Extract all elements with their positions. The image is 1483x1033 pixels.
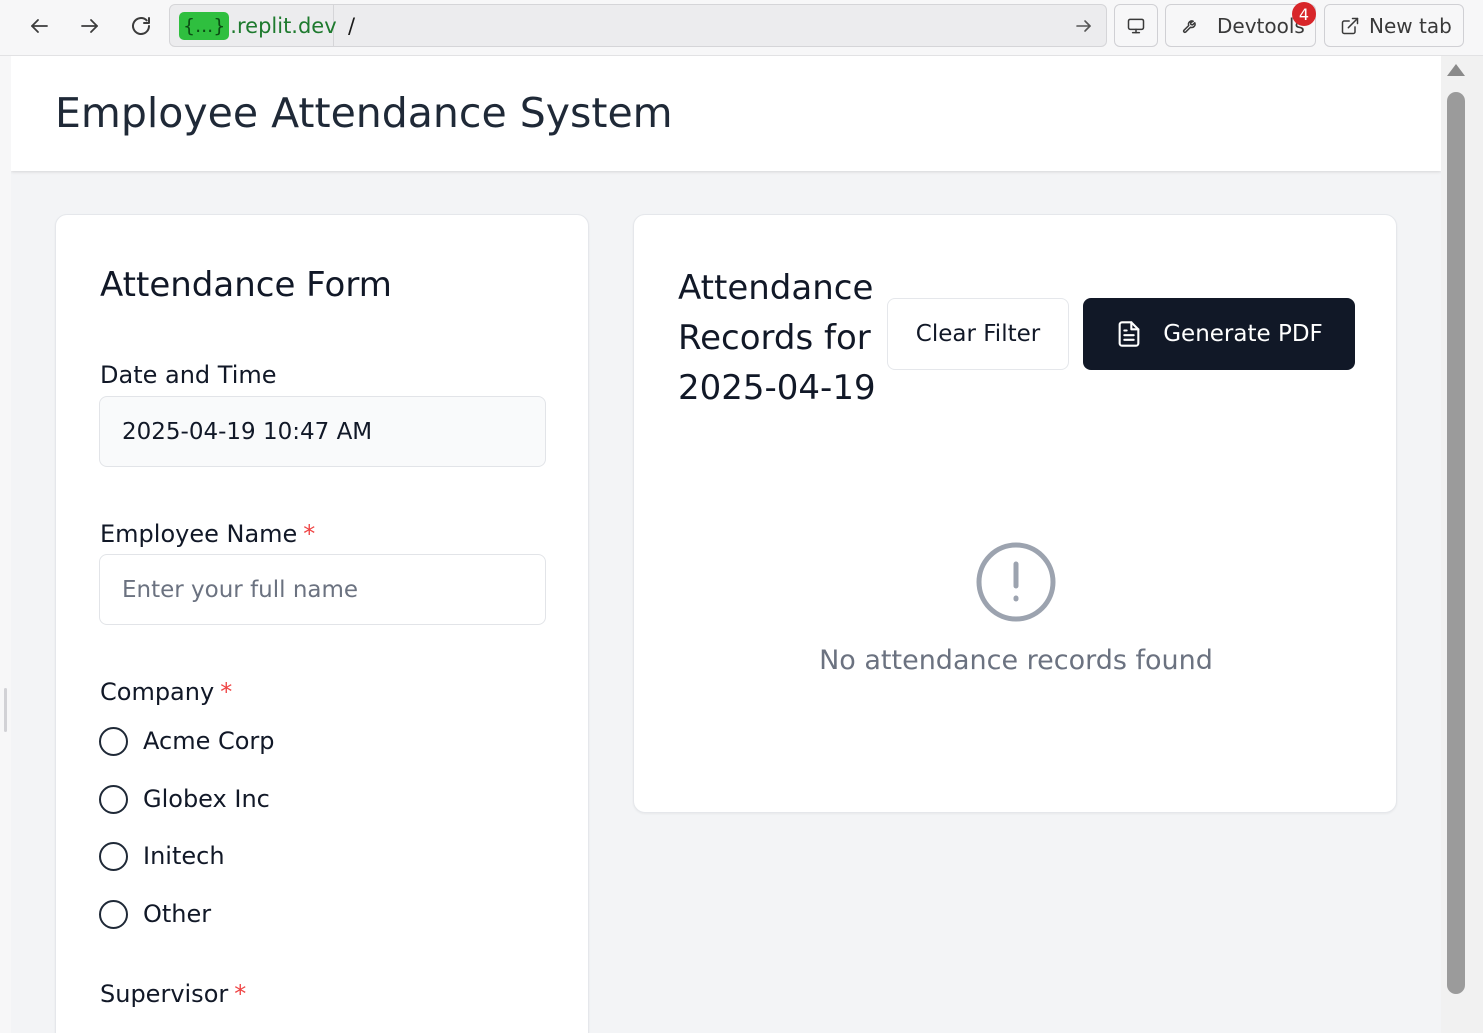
url-host: {...} .replit.dev xyxy=(170,5,337,46)
required-asterisk: * xyxy=(220,678,233,706)
radio-label: Other xyxy=(143,900,212,928)
clear-filter-button[interactable]: Clear Filter xyxy=(887,298,1069,370)
company-label: Company * xyxy=(100,678,232,706)
form-heading: Attendance Form xyxy=(100,265,392,305)
external-link-icon xyxy=(1341,17,1359,34)
new-tab-button[interactable]: New tab xyxy=(1324,4,1464,47)
radio-button[interactable] xyxy=(99,726,128,756)
employee-name-label: Employee Name * xyxy=(100,520,315,548)
arrow-left-icon xyxy=(31,19,48,33)
company-option-initech[interactable]: Initech xyxy=(99,840,225,872)
app-header: Employee Attendance System xyxy=(11,56,1441,171)
url-path[interactable]: / xyxy=(348,5,355,46)
radio-label: Initech xyxy=(143,842,225,870)
company-option-acme[interactable]: Acme Corp xyxy=(99,725,275,757)
devtools-error-badge: 4 xyxy=(1292,2,1316,26)
url-domain: .replit.dev xyxy=(230,13,337,38)
forward-button[interactable] xyxy=(70,6,110,46)
arrow-right-small-icon[interactable] xyxy=(1072,14,1096,38)
empty-state-message: No attendance records found xyxy=(819,645,1213,676)
required-asterisk: * xyxy=(303,520,316,548)
page-title: Employee Attendance System xyxy=(55,89,673,137)
scrollbar-thumb[interactable] xyxy=(1447,92,1465,994)
radio-button[interactable] xyxy=(99,784,128,814)
radio-label: Acme Corp xyxy=(143,727,275,755)
back-button[interactable] xyxy=(19,6,59,46)
page-viewport: Employee Attendance System Attendance Fo… xyxy=(11,56,1441,1033)
address-bar[interactable]: {...} .replit.dev / xyxy=(169,4,1107,47)
wrench-icon xyxy=(1182,19,1196,33)
radio-button[interactable] xyxy=(99,841,128,871)
records-heading: Attendance Records for 2025-04-19 xyxy=(678,268,876,408)
generate-pdf-button[interactable]: Generate PDF xyxy=(1083,298,1355,370)
supervisor-label-text: Supervisor xyxy=(100,980,229,1008)
attendance-records-card: Attendance Records for 2025-04-19 Clear … xyxy=(633,214,1397,813)
left-gutter xyxy=(0,56,11,1033)
generate-pdf-label: Generate PDF xyxy=(1163,321,1323,347)
replit-badge: {...} xyxy=(179,11,230,40)
new-tab-label: New tab xyxy=(1369,13,1452,38)
required-asterisk: * xyxy=(234,980,247,1008)
file-text-icon xyxy=(1118,321,1140,347)
employee-name-input[interactable] xyxy=(99,554,546,625)
monitor-icon xyxy=(1127,18,1145,33)
company-label-text: Company xyxy=(100,678,215,706)
browser-toolbar: {...} .replit.dev / Devtools 4 New tab xyxy=(0,0,1483,56)
employee-name-label-text: Employee Name xyxy=(100,520,298,548)
scroll-up-arrow-icon[interactable] xyxy=(1447,64,1465,76)
radio-button[interactable] xyxy=(99,899,128,929)
reload-button[interactable] xyxy=(121,6,161,46)
supervisor-label: Supervisor * xyxy=(100,980,246,1008)
resize-handle[interactable] xyxy=(4,688,7,732)
company-option-globex[interactable]: Globex Inc xyxy=(99,783,270,815)
company-option-other[interactable]: Other xyxy=(99,898,211,930)
attendance-form-card: Attendance Form Date and Time Employee N… xyxy=(55,214,589,1033)
alert-circle-icon xyxy=(976,542,1056,622)
datetime-field[interactable] xyxy=(99,396,546,467)
screen-button[interactable] xyxy=(1114,4,1158,47)
reload-icon xyxy=(132,17,150,35)
arrow-right-icon xyxy=(81,19,98,33)
datetime-label: Date and Time xyxy=(100,361,277,389)
radio-label: Globex Inc xyxy=(143,785,270,813)
